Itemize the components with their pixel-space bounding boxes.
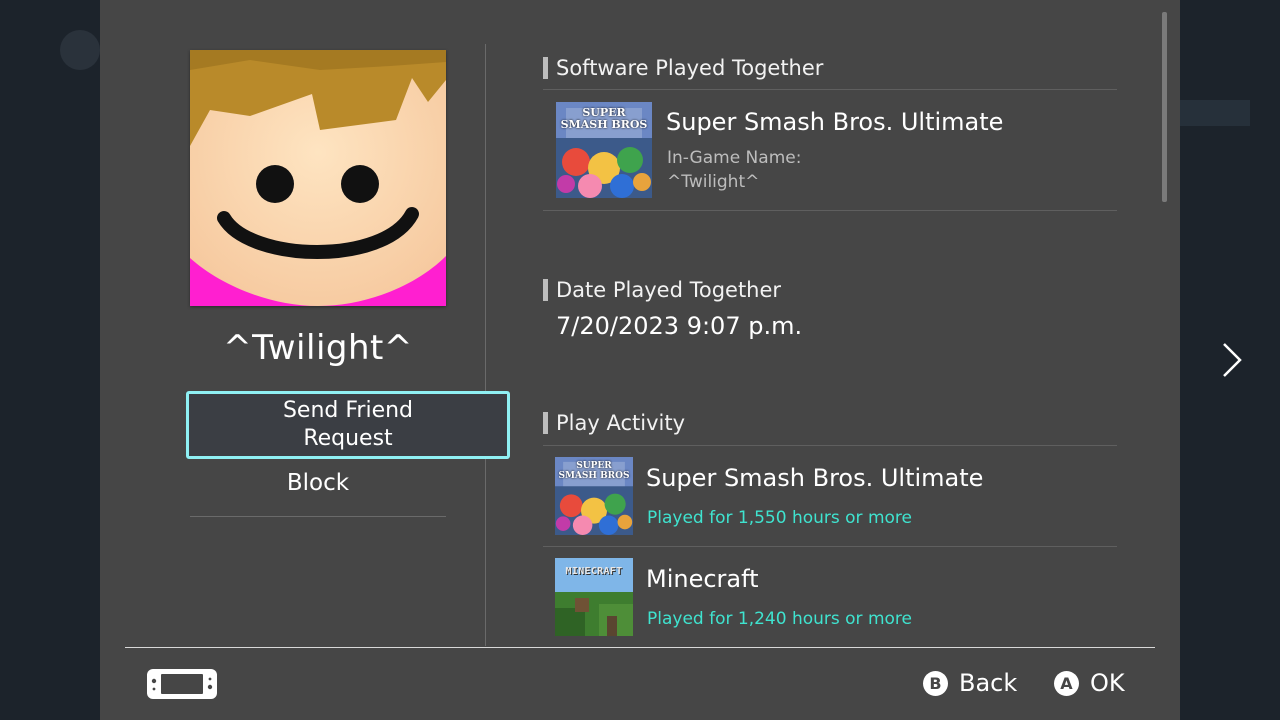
smash-bros-cover-icon: SUPER SMASH BROS xyxy=(556,102,652,198)
section-title-software: Software Played Together xyxy=(543,57,823,79)
back-label: Back xyxy=(959,669,1018,697)
play-activity-hours: Played for 1,550 hours or more xyxy=(647,508,912,528)
smash-logo-line2: SMASH BROS xyxy=(558,471,630,481)
date-played-value: 7/20/2023 9:07 p.m. xyxy=(556,312,803,340)
play-activity-title: Minecraft xyxy=(646,565,759,593)
divider xyxy=(190,516,446,517)
b-button-icon: B xyxy=(923,670,948,696)
game-title: Super Smash Bros. Ultimate xyxy=(666,108,1004,136)
block-button[interactable]: Block xyxy=(190,470,446,496)
ok-label: OK xyxy=(1090,669,1125,697)
footer-divider xyxy=(125,647,1155,648)
scrollbar[interactable] xyxy=(1162,12,1167,202)
send-friend-request-button[interactable]: Send Friend Request xyxy=(186,391,510,459)
send-friend-request-label: Send Friend Request xyxy=(282,398,414,451)
background-blur-shape xyxy=(1180,100,1250,126)
user-avatar xyxy=(190,50,446,306)
play-activity-hours: Played for 1,240 hours or more xyxy=(647,609,912,629)
back-button[interactable]: B Back xyxy=(923,669,1017,697)
background-blur-shape xyxy=(60,30,100,70)
smash-logo-line2: SMASH BROS xyxy=(560,118,648,131)
ingame-name-value: ^Twilight^ xyxy=(667,172,760,192)
divider xyxy=(543,89,1117,90)
minecraft-logo-text: MINECRAFT xyxy=(565,566,623,577)
console-handheld-icon xyxy=(147,669,217,699)
smash-logo-line1: SUPER xyxy=(576,461,612,471)
minecraft-cover-icon: MINECRAFT xyxy=(555,558,633,636)
smash-bros-cover-icon: SUPER SMASH BROS xyxy=(555,457,633,535)
divider xyxy=(543,445,1117,446)
next-chevron-icon[interactable] xyxy=(1212,340,1252,380)
section-title-date: Date Played Together xyxy=(543,279,781,301)
column-divider xyxy=(485,44,486,646)
ok-button[interactable]: A OK xyxy=(1054,669,1125,697)
ingame-name-label: In-Game Name: xyxy=(667,148,802,168)
username: ^Twilight^ xyxy=(223,328,413,368)
user-profile-panel: ^Twilight^ Send Friend Request Block Sof… xyxy=(100,0,1180,720)
a-button-icon: A xyxy=(1054,670,1079,696)
divider xyxy=(543,546,1117,547)
play-activity-title: Super Smash Bros. Ultimate xyxy=(646,464,984,492)
section-title-play-activity: Play Activity xyxy=(543,412,685,434)
divider xyxy=(543,210,1117,211)
